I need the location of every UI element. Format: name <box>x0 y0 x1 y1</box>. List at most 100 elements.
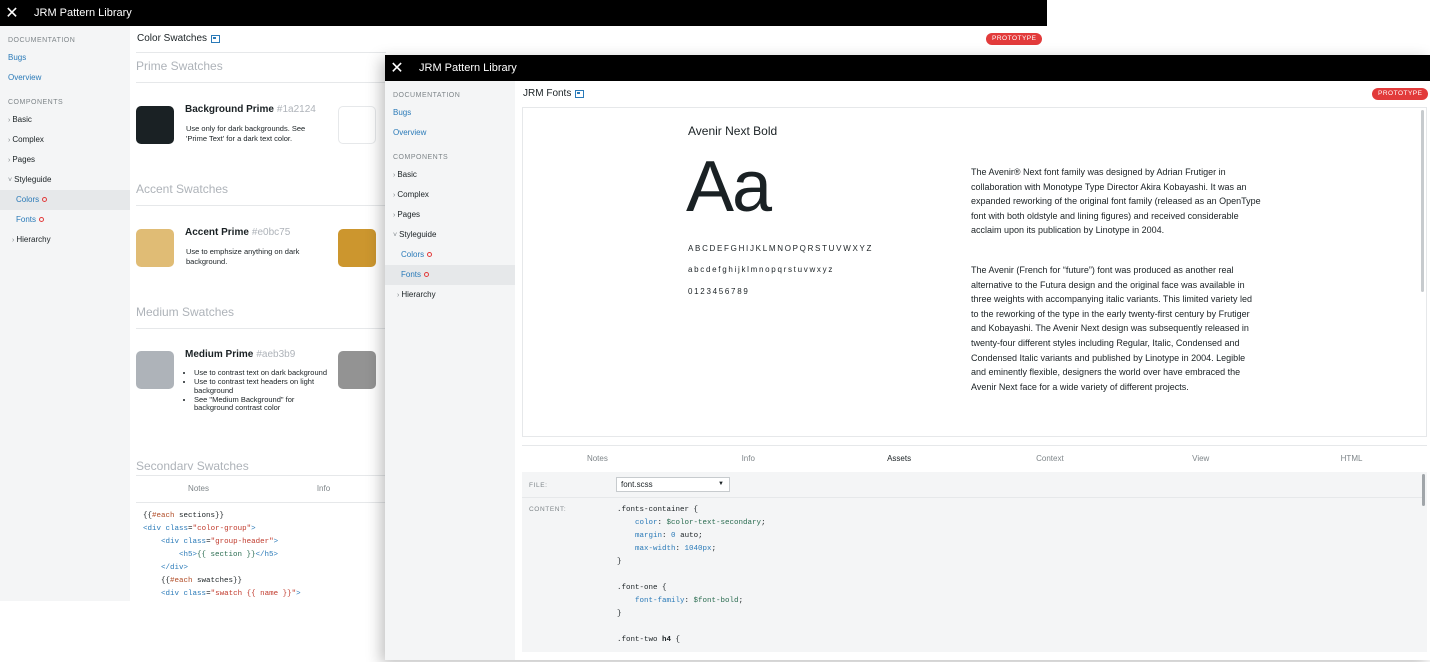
sidebar-item-label: Fonts <box>16 215 37 224</box>
font-lowercase: abcdefghijklmnopqrstuvwxyz <box>688 265 835 274</box>
sidebar-item-label: Styleguide <box>14 175 52 184</box>
tab-context[interactable]: Context <box>974 446 1125 474</box>
swatch-name: Accent Prime #e0bc75 <box>185 227 291 238</box>
swatch-description: Use only for dark backgrounds. See 'Prim… <box>186 124 306 143</box>
sidebar-item-label: Hierarchy <box>16 235 51 244</box>
sidebar-item-label: Colors <box>16 195 40 204</box>
sidebar: DOCUMENTATION Bugs Overview COMPONENTS ›… <box>0 26 130 601</box>
sidebar-item-label: Styleguide <box>399 230 437 239</box>
tab-info[interactable]: Info <box>261 476 386 502</box>
color-swatch <box>136 106 174 144</box>
tab-info[interactable]: Info <box>673 446 824 474</box>
sidebar-link-bugs[interactable]: Bugs <box>0 48 130 68</box>
status-badge: PROTOTYPE <box>986 33 1043 45</box>
sidebar-heading-components: COMPONENTS <box>8 99 64 106</box>
sidebar-item-fonts[interactable]: Fonts <box>0 210 130 230</box>
sidebar-item-pages[interactable]: › Pages <box>385 205 515 225</box>
tab-notes[interactable]: Notes <box>136 476 261 502</box>
sidebar-item-styleguide[interactable]: ˅ Styleguide <box>385 225 515 245</box>
titlebar: ✕ JRM Pattern Library <box>0 0 1047 26</box>
scrollbar[interactable] <box>1422 474 1425 506</box>
section-title: Medium Swatches <box>136 305 235 319</box>
color-swatch <box>338 229 376 267</box>
divider <box>136 82 386 83</box>
sidebar-link-overview[interactable]: Overview <box>0 68 130 88</box>
sidebar-item-fonts[interactable]: Fonts <box>385 265 515 285</box>
sidebar-item-label: Basic <box>397 170 417 179</box>
page-title: Color Swatches <box>137 33 221 44</box>
sidebar-item-styleguide[interactable]: ˅ Styleguide <box>0 170 130 190</box>
font-description: The Avenir® Next font family was designe… <box>971 167 1261 236</box>
sidebar-item-label: Pages <box>397 210 421 219</box>
sidebar-item-label: Pages <box>12 155 36 164</box>
divider <box>136 52 386 53</box>
color-swatch <box>338 106 376 144</box>
chevron-down-icon: ▼ <box>718 481 724 487</box>
sidebar-item-complex[interactable]: › Complex <box>385 185 515 205</box>
tab-bar: Notes Info <box>136 475 386 503</box>
window-title: JRM Pattern Library <box>34 7 132 19</box>
sidebar-item-pages[interactable]: › Pages <box>0 150 130 170</box>
status-dot-icon <box>39 217 45 223</box>
sidebar-item-label: Complex <box>12 135 44 144</box>
status-dot-icon <box>42 197 48 203</box>
sidebar-item-basic[interactable]: › Basic <box>385 165 515 185</box>
color-swatch <box>136 229 174 267</box>
assets-panel: FILE: font.scss ▼ CONTENT: .fonts-contai… <box>522 472 1427 652</box>
status-dot-icon <box>427 252 433 258</box>
font-preview: Avenir Next Bold Aa ABCDEFGHIJKLMNOPQRST… <box>522 107 1427 437</box>
page-title: JRM Fonts <box>523 88 585 99</box>
sidebar-heading-components: COMPONENTS <box>393 154 449 161</box>
swatch-name: Medium Prime #aeb3b9 <box>185 349 296 360</box>
swatch-description: Use to emphsize anything on dark backgro… <box>186 247 300 266</box>
external-link-icon[interactable] <box>211 34 221 43</box>
file-select-value: font.scss <box>621 480 653 489</box>
list-item: Use to contrast text headers on light ba… <box>194 377 329 395</box>
sidebar-item-colors[interactable]: Colors <box>385 245 515 265</box>
sidebar-item-hierarchy[interactable]: › Hierarchy <box>385 285 515 305</box>
font-uppercase: ABCDEFGHIJKLMNOPQRSTUVWXYZ <box>688 244 874 253</box>
divider <box>136 328 386 329</box>
chevron-down-icon: ˅ <box>8 177 13 184</box>
color-swatch <box>136 351 174 389</box>
file-label: FILE: <box>529 482 548 489</box>
file-select[interactable]: font.scss ▼ <box>616 477 730 492</box>
external-link-icon[interactable] <box>575 89 585 98</box>
sidebar-link-bugs[interactable]: Bugs <box>385 103 515 123</box>
tab-html[interactable]: HTML <box>1276 446 1427 474</box>
sidebar-item-label: Basic <box>12 115 32 124</box>
font-name: Avenir Next Bold <box>688 124 778 138</box>
sidebar: DOCUMENTATION Bugs Overview COMPONENTS ›… <box>385 81 515 660</box>
sidebar-item-colors[interactable]: Colors <box>0 190 130 210</box>
font-description: The Avenir (French for “future”) font wa… <box>971 265 1252 392</box>
window-title: JRM Pattern Library <box>419 62 517 74</box>
sidebar-item-label: Colors <box>401 250 425 259</box>
chevron-right-icon: › <box>393 192 396 199</box>
sidebar-item-complex[interactable]: › Complex <box>0 130 130 150</box>
tab-notes[interactable]: Notes <box>522 446 673 474</box>
list-item: See "Medium Background" for background c… <box>194 395 329 413</box>
chevron-right-icon: › <box>397 292 400 299</box>
chevron-right-icon: › <box>8 117 11 124</box>
sidebar-item-basic[interactable]: › Basic <box>0 110 130 130</box>
sidebar-item-hierarchy[interactable]: › Hierarchy <box>0 230 130 250</box>
close-icon[interactable]: ✕ <box>385 55 409 81</box>
sidebar-item-label: Complex <box>397 190 429 199</box>
swatch-name: Background Prime #1a2124 <box>185 104 316 115</box>
divider <box>136 205 386 206</box>
sidebar-link-overview[interactable]: Overview <box>385 123 515 143</box>
titlebar: ✕ JRM Pattern Library <box>385 55 1430 81</box>
tab-assets[interactable]: Assets <box>823 446 975 474</box>
font-sample: Aa <box>686 147 772 227</box>
sidebar-heading-documentation: DOCUMENTATION <box>8 37 76 44</box>
tab-bar: Notes Info Assets Context View HTML <box>522 445 1427 475</box>
scrollbar[interactable] <box>1421 110 1424 292</box>
chevron-right-icon: › <box>12 237 15 244</box>
close-icon[interactable]: ✕ <box>0 0 24 26</box>
font-digits: 0123456789 <box>688 287 750 296</box>
page-title-text: JRM Fonts <box>523 88 572 99</box>
tab-view[interactable]: View <box>1125 446 1276 474</box>
swatch-hex: #e0bc75 <box>251 227 291 238</box>
chevron-right-icon: › <box>8 157 11 164</box>
chevron-down-icon: ˅ <box>393 232 398 239</box>
